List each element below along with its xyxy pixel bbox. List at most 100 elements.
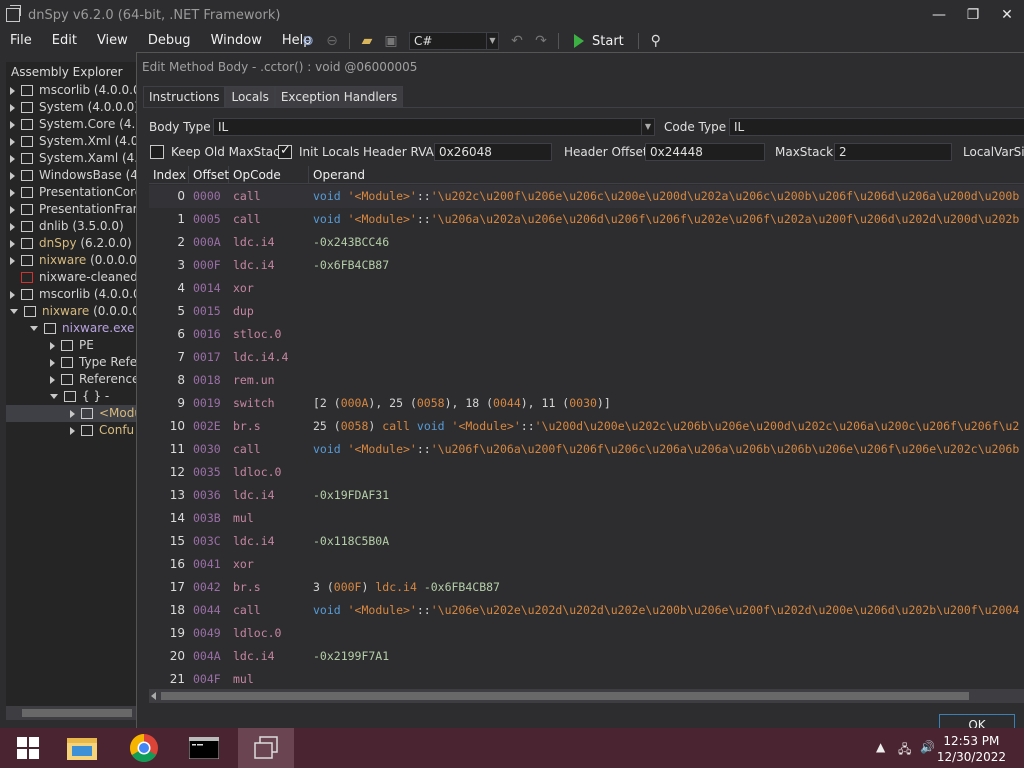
tree-item[interactable]: System.Xaml (4.0 [6, 150, 136, 167]
tree-item[interactable]: nixware (0.0.0.0) [6, 252, 136, 269]
tab-instructions[interactable]: Instructions [143, 86, 226, 108]
instruction-row[interactable]: 6 0016 stloc.0 [149, 323, 1024, 346]
collapsed-arrow-icon[interactable] [10, 171, 15, 180]
start-menu-button[interactable] [0, 728, 56, 768]
open-folder-icon[interactable]: ▰ [358, 32, 376, 50]
code-type-combo[interactable]: IL [729, 118, 1024, 136]
tree-item[interactable]: mscorlib (4.0.0.0) [6, 82, 136, 99]
tree-item[interactable]: System.Core (4.0 [6, 116, 136, 133]
instruction-row[interactable]: 18 0044 call void '<Module>'::'\u206e\u202e… [149, 599, 1024, 622]
instruction-row[interactable]: 9 0019 switch [2 (000A), 25 (0058), 18 (004… [149, 392, 1024, 415]
tree-item[interactable]: Reference [6, 371, 136, 388]
network-icon[interactable]: 🖧 [898, 740, 911, 761]
column-header-operand[interactable]: Operand [309, 166, 1024, 184]
collapsed-arrow-icon[interactable] [10, 205, 15, 214]
start-debugging-button[interactable]: Start [574, 34, 624, 49]
tree-item[interactable]: nixware.exe [6, 320, 136, 337]
search-icon[interactable]: ⚲ [647, 32, 665, 50]
instruction-row[interactable]: 2 000A ldc.i4 -0x243BCC46 [149, 231, 1024, 254]
taskbar-chrome[interactable] [116, 728, 172, 768]
language-select[interactable]: C# ▼ [409, 32, 499, 50]
header-rva-field[interactable]: 0x26048 [434, 143, 552, 161]
column-header-opcode[interactable]: OpCode [229, 166, 309, 184]
keep-old-maxstack-checkbox[interactable] [150, 145, 164, 159]
collapsed-arrow-icon[interactable] [10, 86, 15, 95]
collapsed-arrow-icon[interactable] [50, 341, 55, 350]
minimize-button[interactable]: — [922, 4, 956, 26]
tree-item[interactable]: nixware-cleaned. [6, 269, 136, 286]
init-locals-checkbox[interactable] [278, 143, 292, 159]
collapsed-arrow-icon[interactable] [70, 409, 75, 418]
collapsed-arrow-icon[interactable] [10, 290, 15, 299]
tab-exception-handlers[interactable]: Exception Handlers [274, 86, 404, 108]
volume-icon[interactable]: 🔊 [920, 740, 935, 754]
collapsed-arrow-icon[interactable] [10, 239, 15, 248]
maximize-button[interactable]: ❐ [956, 4, 990, 26]
tree-item[interactable]: dnSpy (6.2.0.0) [6, 235, 136, 252]
tab-locals[interactable]: Locals [225, 86, 275, 108]
instruction-row[interactable]: 14 003B mul [149, 507, 1024, 530]
tree-item[interactable]: System.Xml (4.0. [6, 133, 136, 150]
header-offset-field[interactable]: 0x24448 [645, 143, 765, 161]
menu-edit[interactable]: Edit [42, 33, 87, 48]
show-hidden-icons-icon[interactable]: ▲ [876, 740, 885, 754]
save-icon[interactable]: ▣ [382, 32, 400, 50]
taskbar-command-prompt[interactable] [176, 728, 232, 768]
expanded-arrow-icon[interactable] [30, 326, 38, 331]
tree-item[interactable]: Type Refe [6, 354, 136, 371]
instruction-row[interactable]: 13 0036 ldc.i4 -0x19FDAF31 [149, 484, 1024, 507]
column-header-offset[interactable]: Offset [189, 166, 229, 184]
navigate-back-icon[interactable]: ⊖ [299, 32, 317, 50]
collapsed-arrow-icon[interactable] [70, 426, 75, 435]
collapsed-arrow-icon[interactable] [50, 358, 55, 367]
redo-icon[interactable]: ↷ [532, 32, 550, 50]
instruction-row[interactable]: 8 0018 rem.un [149, 369, 1024, 392]
navigate-forward-icon[interactable]: ⊖ [323, 32, 341, 50]
instruction-row[interactable]: 10 002E br.s 25 (0058) call void '<Module>'… [149, 415, 1024, 438]
tree-item[interactable]: mscorlib (4.0.0.0) [6, 286, 136, 303]
instruction-row[interactable]: 0 0000 call void '<Module>'::'\u202c\u200f\… [149, 185, 1024, 208]
instruction-row[interactable]: 15 003C ldc.i4 -0x118C5B0A [149, 530, 1024, 553]
tree-item[interactable]: PresentationFram [6, 201, 136, 218]
maxstack-field[interactable]: 2 [834, 143, 952, 161]
collapsed-arrow-icon[interactable] [10, 103, 15, 112]
tree-item[interactable]: dnlib (3.5.0.0) [6, 218, 136, 235]
tree-item[interactable]: WindowsBase (4. [6, 167, 136, 184]
tree-item[interactable]: <Modu [6, 405, 136, 422]
scrollbar-thumb[interactable] [22, 709, 132, 717]
undo-icon[interactable]: ↶ [508, 32, 526, 50]
collapsed-arrow-icon[interactable] [10, 137, 15, 146]
scroll-left-icon[interactable] [151, 692, 156, 700]
collapsed-arrow-icon[interactable] [10, 256, 15, 265]
expanded-arrow-icon[interactable] [10, 309, 18, 314]
tree-item[interactable]: PresentationCore [6, 184, 136, 201]
explorer-horizontal-scrollbar[interactable] [6, 706, 136, 720]
expanded-arrow-icon[interactable] [50, 394, 58, 399]
tree-item[interactable]: PE [6, 337, 136, 354]
close-button[interactable]: ✕ [990, 4, 1024, 26]
menu-debug[interactable]: Debug [138, 33, 201, 48]
grid-horizontal-scrollbar[interactable] [149, 689, 1024, 703]
menu-file[interactable]: File [0, 33, 42, 48]
scrollbar-thumb[interactable] [161, 692, 969, 700]
tree-item[interactable]: System (4.0.0.0) [6, 99, 136, 116]
body-type-combo[interactable]: IL ▼ [213, 118, 655, 136]
instruction-row[interactable]: 7 0017 ldc.i4.4 [149, 346, 1024, 369]
instruction-row[interactable]: 12 0035 ldloc.0 [149, 461, 1024, 484]
tree-item[interactable]: Confu [6, 422, 136, 439]
instruction-row[interactable]: 3 000F ldc.i4 -0x6FB4CB87 [149, 254, 1024, 277]
taskbar-dnspy[interactable] [238, 728, 294, 768]
instruction-row[interactable]: 21 004F mul [149, 668, 1024, 685]
menu-view[interactable]: View [87, 33, 138, 48]
collapsed-arrow-icon[interactable] [10, 120, 15, 129]
menu-window[interactable]: Window [201, 33, 272, 48]
column-header-index[interactable]: Index [149, 166, 189, 184]
instruction-row[interactable]: 20 004A ldc.i4 -0x2199F7A1 [149, 645, 1024, 668]
collapsed-arrow-icon[interactable] [10, 222, 15, 231]
instruction-row[interactable]: 1 0005 call void '<Module>'::'\u206a\u202a\… [149, 208, 1024, 231]
collapsed-arrow-icon[interactable] [10, 188, 15, 197]
instruction-row[interactable]: 17 0042 br.s 3 (000F) ldc.i4 -0x6FB4CB87 [149, 576, 1024, 599]
instruction-row[interactable]: 4 0014 xor [149, 277, 1024, 300]
tree-item[interactable]: nixware (0.0.0.0) [6, 303, 136, 320]
collapsed-arrow-icon[interactable] [10, 154, 15, 163]
